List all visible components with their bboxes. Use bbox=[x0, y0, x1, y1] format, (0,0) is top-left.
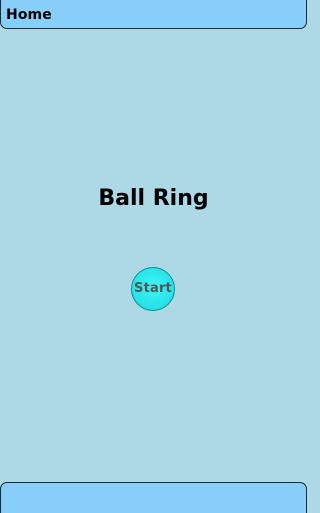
game-title: Ball Ring bbox=[98, 186, 209, 211]
bottom-bar bbox=[0, 482, 307, 513]
start-button-label: Start bbox=[134, 281, 172, 296]
start-button[interactable]: Start bbox=[131, 267, 175, 311]
page-title: Home bbox=[6, 7, 52, 23]
top-bar: Home bbox=[0, 0, 307, 29]
